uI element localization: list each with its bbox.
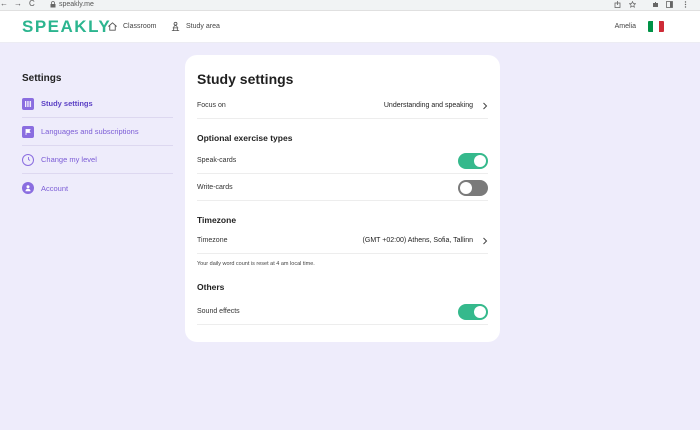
focus-on-value: Understanding and speaking: [383, 102, 473, 109]
write-cards-label: Write-cards: [197, 184, 233, 191]
nav-classroom-label: Classroom: [123, 23, 157, 30]
nav-study-area-label: Study area: [186, 23, 220, 30]
page-title: Study settings: [197, 71, 294, 87]
address-bar[interactable]: speakly.me: [59, 0, 94, 9]
write-cards-row: Write-cards: [197, 175, 488, 201]
reload-icon[interactable]: C: [29, 0, 35, 9]
study-grid-icon: [22, 97, 34, 110]
sound-effects-toggle[interactable]: [458, 303, 488, 320]
sound-effects-row: Sound effects: [197, 299, 488, 325]
timezone-label: Timezone: [197, 237, 228, 244]
study-desk-icon: [171, 21, 180, 32]
browser-menu-icon[interactable]: [682, 1, 689, 8]
nav-classroom[interactable]: Classroom: [107, 21, 156, 32]
sidebar-item-change-level[interactable]: Change my level: [22, 146, 173, 174]
sidebar-item-study-settings[interactable]: Study settings: [22, 90, 173, 118]
sidebar-item-languages[interactable]: Languages and subscriptions: [22, 118, 173, 146]
user-icon: [22, 182, 34, 194]
speakly-logo[interactable]: SPEAKLY: [22, 17, 111, 37]
user-name[interactable]: Amelia: [615, 23, 636, 30]
focus-on-row[interactable]: Focus on Understanding and speaking: [197, 93, 488, 119]
toggle-knob: [460, 181, 472, 194]
focus-on-label: Focus on: [197, 102, 226, 109]
sidebar-item-account[interactable]: Account: [22, 174, 173, 202]
sidebar-item-label: Change my level: [41, 155, 97, 164]
app-header: SPEAKLY Classroom Study area Amelia: [0, 11, 700, 43]
sidebar-panel-icon[interactable]: [666, 1, 673, 8]
star-icon[interactable]: [629, 1, 636, 8]
chevron-right-icon: [483, 102, 488, 109]
flag-icon: [22, 125, 34, 138]
sidebar-title: Settings: [22, 73, 62, 84]
back-arrow-icon[interactable]: ←: [0, 0, 8, 9]
sidebar-item-label: Study settings: [41, 99, 93, 108]
level-ring-icon: [22, 153, 34, 166]
italian-flag-icon[interactable]: [648, 21, 664, 32]
speak-cards-label: Speak-cards: [197, 157, 237, 164]
others-heading: Others: [197, 282, 225, 292]
timezone-value: (GMT +02:00) Athens, Sofia, Tallinn: [362, 237, 473, 244]
lock-icon: [50, 1, 56, 8]
write-cards-toggle[interactable]: [458, 179, 488, 196]
chevron-right-icon: [483, 237, 488, 244]
toggle-knob: [474, 305, 486, 318]
timezone-row[interactable]: Timezone (GMT +02:00) Athens, Sofia, Tal…: [197, 228, 488, 254]
speak-cards-toggle[interactable]: [458, 152, 488, 169]
toggle-knob: [474, 154, 486, 167]
timezone-note: Your daily word count is reset at 4 am l…: [197, 261, 315, 267]
nav-study-area[interactable]: Study area: [170, 21, 220, 32]
forward-arrow-icon[interactable]: →: [14, 0, 22, 9]
share-icon[interactable]: [614, 1, 621, 8]
speak-cards-row: Speak-cards: [197, 148, 488, 174]
study-settings-card: Study settings Focus on Understanding an…: [185, 55, 500, 342]
house-icon: [108, 22, 117, 31]
sidebar-item-label: Languages and subscriptions: [41, 127, 139, 136]
optional-exercise-types-heading: Optional exercise types: [197, 133, 293, 143]
browser-toolbar: ← → C speakly.me: [0, 0, 700, 11]
sound-effects-label: Sound effects: [197, 308, 240, 315]
extensions-icon[interactable]: [652, 1, 659, 8]
sidebar-item-label: Account: [41, 183, 69, 193]
timezone-heading: Timezone: [197, 215, 237, 225]
